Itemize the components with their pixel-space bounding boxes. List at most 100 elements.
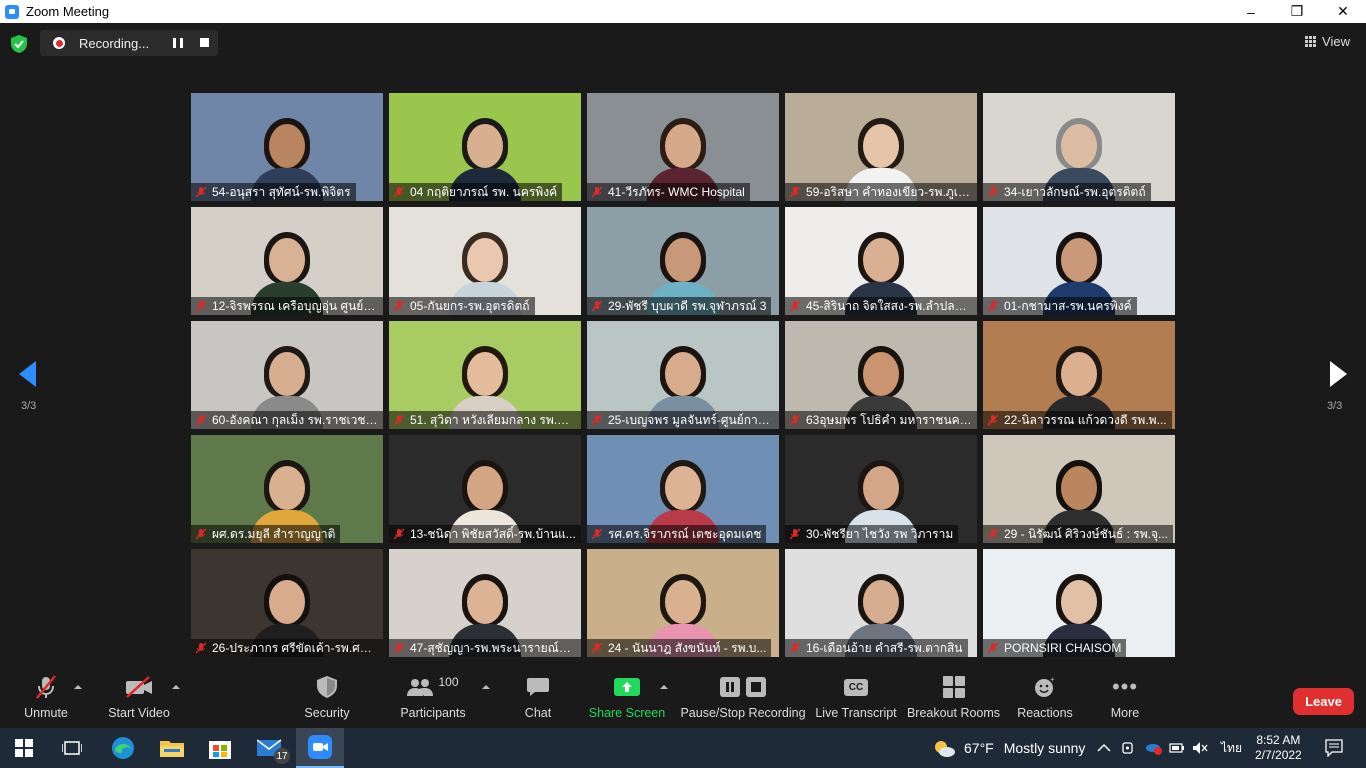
minimize-button[interactable]: –: [1228, 0, 1274, 23]
breakout-rooms-icon: [942, 672, 965, 702]
participant-nameplate: 41-วีรภัทร- WMC Hospital: [587, 183, 750, 201]
task-view-icon[interactable]: [48, 728, 96, 768]
volume-muted-icon[interactable]: [1192, 728, 1208, 768]
share-screen-button[interactable]: Share Screen: [589, 672, 665, 720]
reactions-button[interactable]: + Reactions: [1017, 672, 1073, 720]
breakout-rooms-button[interactable]: Breakout Rooms: [907, 672, 1000, 720]
participant-video-tile[interactable]: 29-พัชรี บุบผาดี รพ.จุฬาภรณ์ 3: [587, 207, 779, 315]
clock-time: 8:52 AM: [1256, 733, 1301, 747]
participant-video-tile[interactable]: 45-สิรินาถ จิตใสสง-รพ.ลำปลาย...: [785, 207, 977, 315]
security-label: Security: [304, 706, 350, 720]
participant-video-tile[interactable]: 12-จิรพรรณ เครือบุญอุ่น ศูนย์ส...: [191, 207, 383, 315]
muted-microphone-icon: [393, 186, 405, 198]
participant-video-tile[interactable]: 22-นิลาวรรณ แก้วดวงดี รพ.พ...: [983, 321, 1175, 429]
participant-video-tile[interactable]: 01-กชามาส-รพ.นครพิงค์: [983, 207, 1175, 315]
participant-video-tile[interactable]: 29 - นิรัฒน์ ศิริวงษ์ชันธ์ : รพ.จุ...: [983, 435, 1175, 543]
encryption-shield-icon[interactable]: [11, 35, 27, 53]
weather-description: Mostly sunny: [1003, 740, 1086, 756]
unmute-button[interactable]: Unmute: [24, 672, 68, 720]
participant-name: 22-นิลาวรรณ แก้วดวงดี รพ.พ...: [1004, 412, 1167, 427]
participant-video-tile[interactable]: 13-ชนิดา พิชัยสวัสดิ์-รพ.บ้านแ...: [389, 435, 581, 543]
meeting-toolbar: Unmute Start Video Security 100 Particip…: [0, 672, 1366, 732]
muted-microphone-icon: [195, 528, 207, 540]
participants-button[interactable]: 100 Participants: [400, 672, 466, 720]
participants-label: Participants: [400, 706, 466, 720]
participant-video-tile[interactable]: 05-กันยกร-รพ.อุตรดิตถ์: [389, 207, 581, 315]
meet-now-icon[interactable]: [1122, 728, 1136, 768]
reactions-smiley-icon: +: [1034, 672, 1056, 702]
battery-icon[interactable]: [1169, 728, 1185, 768]
live-transcript-label: Live Transcript: [815, 706, 897, 720]
next-page-arrow-icon[interactable]: [1330, 361, 1347, 387]
participant-video-tile[interactable]: 59-อริสษา คำทองเขียว-รพ.ภูเขี...: [785, 93, 977, 201]
participant-name: 59-อริสษา คำทองเขียว-รพ.ภูเขี...: [806, 184, 972, 199]
mail-icon[interactable]: 17: [246, 728, 294, 768]
pause-stop-recording-button[interactable]: Pause/Stop Recording: [680, 672, 806, 720]
security-button[interactable]: Security: [304, 672, 350, 720]
participant-video-tile[interactable]: 30-พัชรียา ไชวัง รพ วิภาราม: [785, 435, 977, 543]
windows-start-icon[interactable]: [0, 728, 48, 768]
participant-video-tile[interactable]: 60-อังคณา กุลเม็ง รพ.ราชเวชเ...: [191, 321, 383, 429]
muted-microphone-icon: [591, 642, 603, 654]
previous-page-arrow-icon[interactable]: [19, 361, 36, 387]
participant-video-tile[interactable]: ผศ.ดร.มยุลี สำราญญาติ: [191, 435, 383, 543]
zoom-taskbar-icon[interactable]: [296, 728, 344, 768]
muted-microphone-icon: [789, 186, 801, 198]
onedrive-error-icon[interactable]: [1145, 728, 1163, 768]
video-options-caret-icon[interactable]: [172, 685, 180, 689]
start-video-button[interactable]: Start Video: [108, 672, 170, 720]
input-language-indicator[interactable]: ไทย: [1221, 728, 1242, 768]
participant-name: 63อุษมพร โปธิคำ มหาราชนครเ...: [806, 412, 972, 427]
participant-video-tile[interactable]: 26-ประภากร ศรีขัดเค้า-รพ.ศรีน...: [191, 549, 383, 657]
restore-button[interactable]: ❐: [1274, 0, 1320, 23]
chat-button[interactable]: Chat: [524, 672, 552, 720]
participant-video-tile[interactable]: 04 กฤติยาภรณ์ รพ. นครพิงค์: [389, 93, 581, 201]
participant-video-tile[interactable]: 25-เบญจพร มูลจันทร์-ศูนย์การ...: [587, 321, 779, 429]
participant-video-tile[interactable]: 41-วีรภัทร- WMC Hospital: [587, 93, 779, 201]
notifications-icon[interactable]: [1325, 728, 1343, 768]
participant-video-tile[interactable]: 54-อนุสรา สุทัศน์-รพ.พิจิตร: [191, 93, 383, 201]
participant-video-tile[interactable]: 34-เยาวลักษณ์-รพ.อุตรดิตถ์: [983, 93, 1175, 201]
participant-video-tile[interactable]: 47-สุชัญญา-รพ.พระนารายณ์ม...: [389, 549, 581, 657]
view-label: View: [1322, 34, 1350, 49]
muted-microphone-icon: [987, 642, 999, 654]
audio-options-caret-icon[interactable]: [74, 685, 82, 689]
close-button[interactable]: ✕: [1320, 0, 1366, 23]
participant-video-tile[interactable]: 63อุษมพร โปธิคำ มหาราชนครเ...: [785, 321, 977, 429]
muted-microphone-icon: [393, 642, 405, 654]
unmute-label: Unmute: [24, 706, 68, 720]
reactions-label: Reactions: [1017, 706, 1073, 720]
participant-name: 04 กฤติยาภรณ์ รพ. นครพิงค์: [410, 184, 558, 199]
participants-options-caret-icon[interactable]: [482, 685, 490, 689]
participant-video-tile[interactable]: PORNSIRI CHAISOM: [983, 549, 1175, 657]
muted-microphone-icon: [987, 300, 999, 312]
participant-name: 25-เบญจพร มูลจันทร์-ศูนย์การ...: [608, 412, 774, 427]
leave-button[interactable]: Leave: [1293, 688, 1354, 715]
live-transcript-button[interactable]: CC Live Transcript: [815, 672, 897, 720]
stop-recording-button[interactable]: [200, 38, 209, 47]
window-titlebar: Zoom Meeting – ❐ ✕: [0, 0, 1366, 23]
participant-nameplate: 29 - นิรัฒน์ ศิริวงษ์ชันธ์ : รพ.จุ...: [983, 525, 1174, 543]
view-button[interactable]: View: [1305, 34, 1350, 49]
show-hidden-icons-chevron-icon[interactable]: [1097, 728, 1111, 768]
pause-recording-button[interactable]: [173, 38, 183, 48]
participant-video-tile[interactable]: 24 - นันนาฎ สังขนันท์ - รพ.บ...: [587, 549, 779, 657]
more-ellipsis-icon: •••: [1111, 674, 1139, 699]
window-title: Zoom Meeting: [26, 4, 110, 19]
participant-video-tile[interactable]: 51. สุวิดา หวังเลียมกลาง รพ.กำ...: [389, 321, 581, 429]
weather-widget[interactable]: 67°F Mostly sunny: [933, 728, 1085, 768]
svg-text:+: +: [1050, 676, 1055, 684]
edge-browser-icon[interactable]: [99, 728, 147, 768]
participant-video-tile[interactable]: 16-เดือนอ้าย คำสรี-รพ.ตากสิน: [785, 549, 977, 657]
file-explorer-icon[interactable]: [148, 728, 196, 768]
system-clock[interactable]: 8:52 AM 2/7/2022: [1255, 728, 1302, 768]
muted-microphone-icon: [195, 642, 207, 654]
more-button[interactable]: ••• More: [1110, 672, 1140, 720]
participant-video-tile[interactable]: รศ.ดร.จิราภรณ์ เตชะอุดมเดช: [587, 435, 779, 543]
muted-microphone-icon: [195, 300, 207, 312]
participant-nameplate: ผศ.ดร.มยุลี สำราญญาติ: [191, 525, 341, 543]
partly-sunny-icon: [935, 741, 955, 757]
share-options-caret-icon[interactable]: [660, 685, 668, 689]
muted-microphone-icon: [393, 528, 405, 540]
microsoft-store-icon[interactable]: [196, 728, 244, 768]
